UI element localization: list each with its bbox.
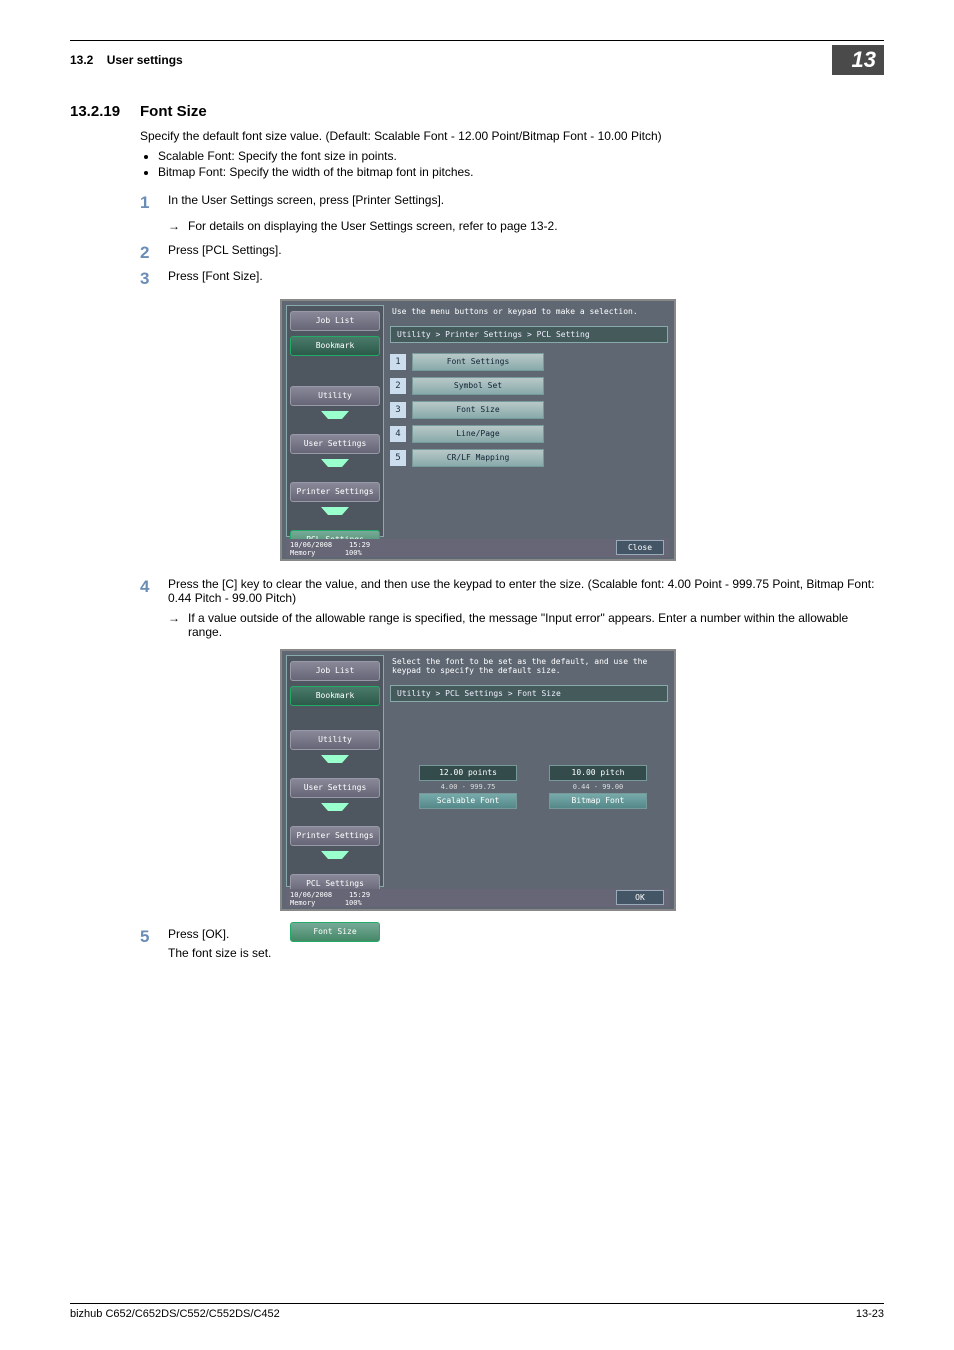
status-date: 10/06/2008: [290, 891, 332, 899]
status-memory: Memory: [290, 549, 315, 557]
section-title: Font Size: [140, 103, 884, 120]
step-4-text: Press the [C] key to clear the value, an…: [168, 577, 884, 605]
bullet-item: Scalable Font: Specify the font size in …: [158, 149, 884, 163]
step-5-result: The font size is set.: [168, 945, 884, 962]
chapter-badge: 13: [832, 45, 884, 75]
step-number: 3: [140, 269, 168, 289]
nav-utility[interactable]: Utility: [290, 730, 380, 750]
chevron-down-icon: [321, 755, 349, 773]
pcl-setting-screenshot: Job List Bookmark Utility User Settings …: [280, 299, 676, 561]
nav-utility[interactable]: Utility: [290, 386, 380, 406]
footer-model: bizhub C652/C652DS/C552/C552DS/C452: [70, 1308, 280, 1320]
step-number: 1: [140, 193, 168, 213]
bookmark-button[interactable]: Bookmark: [290, 686, 380, 706]
arrow-icon: →: [168, 219, 188, 233]
header-section-name: User settings: [107, 53, 183, 67]
scalable-font-button[interactable]: Scalable Font: [419, 793, 517, 809]
bitmap-range: 0.44 - 99.00: [548, 783, 648, 791]
instruction-text: Select the font to be set as the default…: [388, 655, 670, 677]
step-1-sub: For details on displaying the User Setti…: [188, 219, 884, 233]
step-5-text: Press [OK].: [168, 927, 884, 941]
menu-font-settings[interactable]: Font Settings: [412, 353, 544, 371]
nav-font-size[interactable]: Font Size: [290, 922, 380, 942]
ok-button[interactable]: OK: [616, 890, 664, 905]
arrow-icon: →: [168, 611, 188, 639]
menu-font-size[interactable]: Font Size: [412, 401, 544, 419]
bullet-item: Bitmap Font: Specify the width of the bi…: [158, 165, 884, 179]
status-memory-pct: 100%: [345, 549, 362, 557]
section-number: 13.2.19: [70, 103, 140, 972]
nav-printer-settings[interactable]: Printer Settings: [290, 826, 380, 846]
status-time: 15:29: [349, 541, 370, 549]
chevron-down-icon: [321, 803, 349, 821]
menu-index: 3: [390, 402, 406, 418]
bullet-list: Scalable Font: Specify the font size in …: [140, 149, 884, 179]
status-bar: 10/06/2008 15:29 Memory 100% OK: [286, 889, 670, 907]
step-number: 5: [140, 927, 168, 966]
intro-paragraph: Specify the default font size value. (De…: [140, 128, 884, 145]
menu-line-page[interactable]: Line/Page: [412, 425, 544, 443]
menu-index: 5: [390, 450, 406, 466]
step-4-sub: If a value outside of the allowable rang…: [188, 611, 884, 639]
step-number: 4: [140, 577, 168, 605]
nav-printer-settings[interactable]: Printer Settings: [290, 482, 380, 502]
step-number: 2: [140, 243, 168, 263]
step-1-text: In the User Settings screen, press [Prin…: [168, 193, 884, 213]
menu-crlf-mapping[interactable]: CR/LF Mapping: [412, 449, 544, 467]
breadcrumb: Utility > Printer Settings > PCL Setting: [390, 326, 668, 343]
footer-page: 13-23: [856, 1308, 884, 1320]
job-list-button[interactable]: Job List: [290, 311, 380, 331]
menu-index: 2: [390, 378, 406, 394]
bitmap-value[interactable]: 10.00 pitch: [549, 765, 647, 781]
menu-index: 4: [390, 426, 406, 442]
menu-symbol-set[interactable]: Symbol Set: [412, 377, 544, 395]
nav-user-settings[interactable]: User Settings: [290, 778, 380, 798]
status-date: 10/06/2008: [290, 541, 332, 549]
status-memory: Memory: [290, 899, 315, 907]
page-header: 13.2 User settings 13: [70, 45, 884, 75]
chevron-down-icon: [321, 411, 349, 429]
step-3-text: Press [Font Size].: [168, 269, 884, 289]
bitmap-font-button[interactable]: Bitmap Font: [549, 793, 647, 809]
menu-index: 1: [390, 354, 406, 370]
chevron-down-icon: [321, 851, 349, 869]
status-time: 15:29: [349, 891, 370, 899]
status-bar: 10/06/2008 15:29 Memory 100% Close: [286, 539, 670, 557]
chevron-down-icon: [321, 459, 349, 477]
bookmark-button[interactable]: Bookmark: [290, 336, 380, 356]
close-button[interactable]: Close: [616, 540, 664, 555]
scalable-value[interactable]: 12.00 points: [419, 765, 517, 781]
job-list-button[interactable]: Job List: [290, 661, 380, 681]
step-2-text: Press [PCL Settings].: [168, 243, 884, 263]
instruction-text: Use the menu buttons or keypad to make a…: [388, 305, 670, 318]
font-size-screenshot: Job List Bookmark Utility User Settings …: [280, 649, 676, 911]
chevron-down-icon: [321, 507, 349, 525]
status-memory-pct: 100%: [345, 899, 362, 907]
header-section-ref: 13.2: [70, 53, 93, 67]
scalable-range: 4.00 - 999.75: [418, 783, 518, 791]
breadcrumb: Utility > PCL Settings > Font Size: [390, 685, 668, 702]
nav-user-settings[interactable]: User Settings: [290, 434, 380, 454]
page-footer: bizhub C652/C652DS/C552/C552DS/C452 13-2…: [70, 1303, 884, 1320]
